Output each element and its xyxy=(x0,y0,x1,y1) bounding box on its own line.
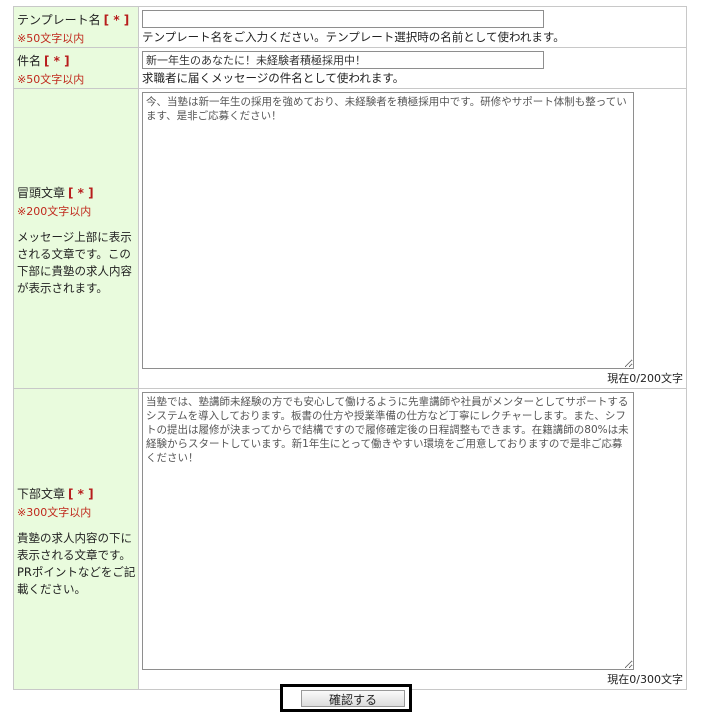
required-mark: [ * ] xyxy=(68,486,94,501)
footer-textarea[interactable]: 当塾では、塾講師未経験の方でも安心して働けるように先輩講師や社員がメンターとして… xyxy=(142,392,634,670)
field-cell-footer: 当塾では、塾講師未経験の方でも安心して働けるように先輩講師や社員がメンターとして… xyxy=(138,388,687,690)
row-intro: 冒頭文章[ * ] ※200文字以内 メッセージ上部に表示される文章です。この下… xyxy=(13,88,687,389)
label-cell-subject: 件名[ * ] ※50文字以内 xyxy=(13,47,139,89)
label-cell-template-name: テンプレート名[ * ] ※50文字以内 xyxy=(13,6,139,48)
required-mark: [ * ] xyxy=(68,186,94,200)
template-name-label: テンプレート名 xyxy=(17,13,101,27)
intro-label: 冒頭文章 xyxy=(17,186,66,200)
template-name-input[interactable] xyxy=(142,10,544,28)
footer-label: 下部文章 xyxy=(17,486,66,501)
intro-textarea[interactable]: 今、当塾は新一年生の採用を強めており、未経験者を積極採用中です。研修やサポート体… xyxy=(142,92,634,369)
template-form: テンプレート名[ * ] ※50文字以内 テンプレート名をご入力ください。テンプ… xyxy=(13,6,687,690)
footer-limit: ※300文字以内 xyxy=(17,505,92,519)
intro-limit: ※200文字以内 xyxy=(17,205,92,218)
submit-button-frame: 確認する xyxy=(280,684,412,712)
subject-label: 件名 xyxy=(17,54,42,68)
template-name-limit: ※50文字以内 xyxy=(17,32,85,45)
field-cell-intro: 今、当塾は新一年生の採用を強めており、未経験者を積極採用中です。研修やサポート体… xyxy=(138,88,687,389)
field-cell-subject: 求職者に届くメッセージの件名として使われます。 xyxy=(138,47,687,89)
subject-input[interactable] xyxy=(142,51,544,69)
label-cell-intro: 冒頭文章[ * ] ※200文字以内 メッセージ上部に表示される文章です。この下… xyxy=(13,88,139,389)
required-mark: [ * ] xyxy=(103,13,130,27)
intro-char-counter: 現在0/200文字 xyxy=(607,372,683,385)
confirm-button[interactable]: 確認する xyxy=(301,690,405,707)
required-mark: [ * ] xyxy=(44,54,70,68)
subject-limit: ※50文字以内 xyxy=(17,73,85,86)
row-template-name: テンプレート名[ * ] ※50文字以内 テンプレート名をご入力ください。テンプ… xyxy=(13,6,687,48)
label-cell-footer: 下部文章[ * ] ※300文字以内 貴塾の求人内容の下に表示される文章です。P… xyxy=(13,388,139,690)
row-subject: 件名[ * ] ※50文字以内 求職者に届くメッセージの件名として使われます。 xyxy=(13,47,687,89)
footer-char-counter: 現在0/300文字 xyxy=(607,673,683,686)
template-name-hint: テンプレート名をご入力ください。テンプレート選択時の名前として使われます。 xyxy=(142,30,565,44)
subject-hint: 求職者に届くメッセージの件名として使われます。 xyxy=(142,71,405,85)
field-cell-template-name: テンプレート名をご入力ください。テンプレート選択時の名前として使われます。 xyxy=(138,6,687,48)
intro-description: メッセージ上部に表示される文章です。この下部に貴塾の求人内容が表示されます。 xyxy=(17,230,132,295)
row-footer: 下部文章[ * ] ※300文字以内 貴塾の求人内容の下に表示される文章です。P… xyxy=(13,388,687,690)
footer-description: 貴塾の求人内容の下に表示される文章です。PRポイントなどをご記載ください。 xyxy=(17,530,136,596)
